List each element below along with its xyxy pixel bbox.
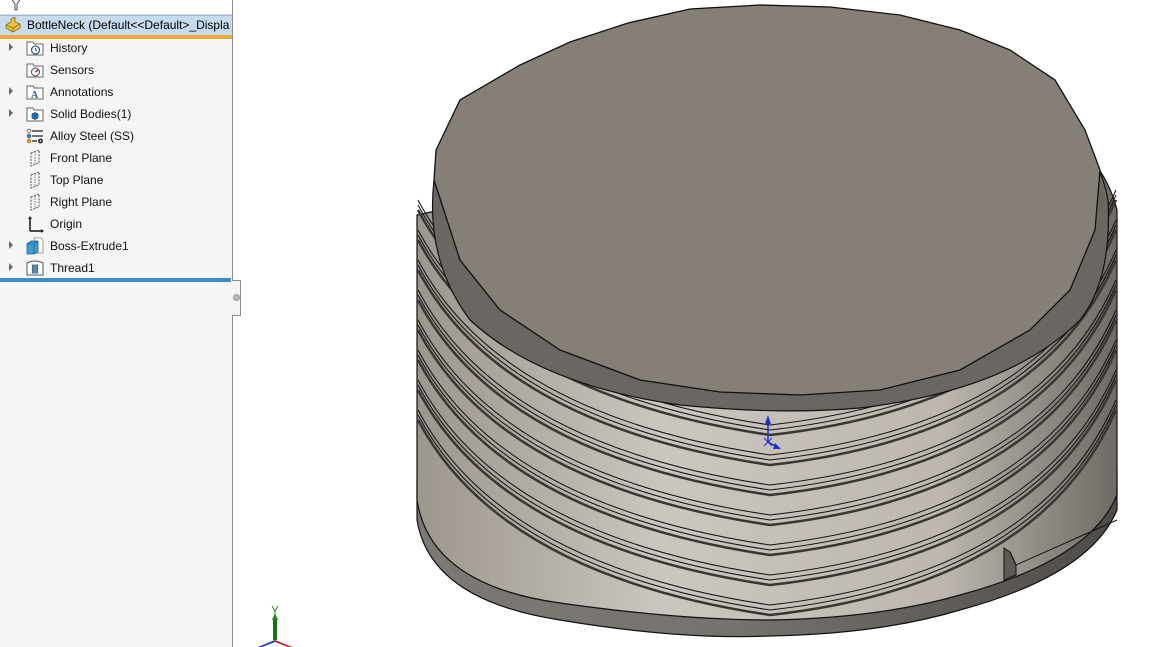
triad-y-axis [272, 613, 278, 620]
tree-item-label: Solid Bodies(1) [50, 107, 132, 121]
boss-extrude-icon [26, 237, 44, 255]
tree-item-label: Origin [50, 217, 83, 231]
part-icon [5, 17, 21, 33]
tree-item-solid-bodies[interactable]: Solid Bodies(1) [0, 103, 232, 125]
expand-arrow-icon[interactable] [9, 263, 13, 271]
plane-icon [30, 149, 40, 167]
expand-arrow-icon[interactable] [9, 87, 13, 95]
tree-item-right-plane[interactable]: Right Plane [0, 191, 232, 213]
tree-item-annotations[interactable]: A Annotations [0, 81, 232, 103]
tree-item-label: History [50, 41, 88, 55]
tree-item-history[interactable]: History [0, 37, 232, 59]
expand-arrow-icon[interactable] [9, 43, 13, 51]
plane-icon [30, 171, 40, 189]
tree-item-boss-extrude1[interactable]: Boss-Extrude1 [0, 235, 232, 257]
plane-icon [30, 193, 40, 211]
origin-icon [28, 216, 44, 233]
annotations-folder-icon: A [26, 85, 44, 101]
funnel-icon[interactable] [9, 0, 23, 11]
tree-root-label: BottleNeck (Default<<Default>_Displa [27, 18, 230, 32]
thread-icon [26, 260, 44, 276]
triad-y-label [271, 605, 279, 612]
tree-item-sensors[interactable]: Sensors [0, 59, 232, 81]
tree-item-label: Sensors [50, 63, 95, 77]
expand-arrow-icon[interactable] [9, 241, 13, 249]
tree-item-top-plane[interactable]: Top Plane [0, 169, 232, 191]
panel-collapse-handle[interactable] [232, 280, 241, 316]
tree-item-label: Boss-Extrude1 [50, 239, 129, 253]
tree-item-label: Thread1 [50, 261, 95, 275]
tree-item-thread1[interactable]: Thread1 [0, 257, 232, 279]
triad-z-axis [258, 640, 275, 647]
solid-bodies-folder-icon [26, 107, 44, 122]
tree-item-origin[interactable]: Origin [0, 213, 232, 235]
expand-arrow-icon[interactable] [9, 109, 13, 117]
tree-item-label: Alloy Steel (SS) [50, 129, 135, 143]
triad-x-axis [275, 640, 292, 647]
tree-item-label: Top Plane [50, 173, 104, 187]
bottleneck-model[interactable] [241, 0, 1163, 647]
tree-item-label: Right Plane [50, 195, 113, 209]
rollback-bar[interactable] [0, 278, 231, 282]
svg-text:A: A [31, 90, 39, 101]
tree-item-front-plane[interactable]: Front Plane [0, 147, 232, 169]
tree-item-material[interactable]: Alloy Steel (SS) [0, 125, 232, 147]
grip-dot-icon [233, 294, 240, 301]
feature-manager-tree: BottleNeck (Default<<Default>_Displa His… [0, 0, 233, 647]
material-icon [26, 128, 43, 144]
sensors-folder-icon [26, 63, 44, 78]
view-orientation-triad[interactable] [254, 602, 298, 647]
history-folder-icon [26, 41, 44, 56]
tree-root-part[interactable]: BottleNeck (Default<<Default>_Displa [0, 15, 232, 35]
graphics-viewport[interactable] [241, 0, 1163, 647]
tree-item-label: Front Plane [50, 151, 113, 165]
tree-item-label: Annotations [50, 85, 114, 99]
tree-filter-bar[interactable] [0, 0, 232, 15]
